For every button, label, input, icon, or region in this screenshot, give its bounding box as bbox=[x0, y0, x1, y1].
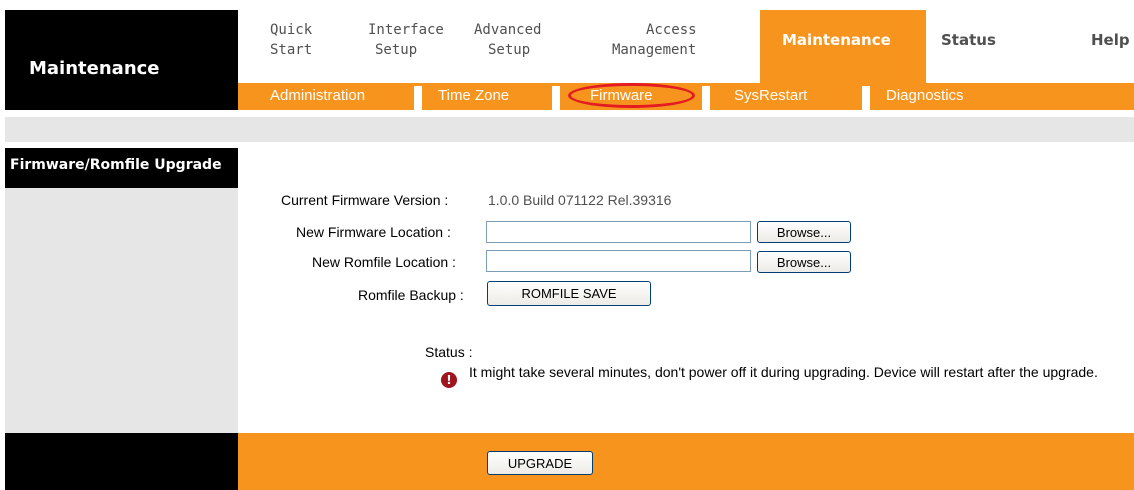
subnav-diagnostics[interactable]: Diagnostics bbox=[886, 83, 964, 110]
tab-status[interactable]: Status bbox=[941, 30, 996, 60]
sidebar-title: Firmware/Romfile Upgrade bbox=[10, 157, 222, 173]
status-message: It might take several minutes, don't pow… bbox=[469, 364, 1098, 380]
new-firmware-input[interactable] bbox=[486, 221, 751, 243]
brand-panel: Maintenance bbox=[5, 10, 238, 110]
section-title: Maintenance bbox=[29, 58, 160, 79]
subnav-administration[interactable]: Administration bbox=[270, 83, 365, 110]
subnav-firmware[interactable]: Firmware bbox=[590, 83, 653, 110]
current-version-value: 1.0.0 Build 071122 Rel.39316 bbox=[488, 192, 672, 208]
status-label: Status : bbox=[425, 344, 473, 360]
romfile-save-button[interactable]: ROMFILE SAVE bbox=[487, 281, 651, 306]
subnav-divider bbox=[862, 86, 870, 110]
new-romfile-label: New Romfile Location : bbox=[312, 254, 456, 270]
top-nav: Quick Start Interface Setup Advanced Set… bbox=[238, 10, 1134, 83]
gray-band bbox=[5, 117, 1134, 142]
browse-romfile-button[interactable]: Browse... bbox=[757, 251, 851, 273]
sidebar-panel bbox=[5, 188, 238, 433]
tab-advanced-setup[interactable]: Advanced Setup bbox=[474, 20, 541, 70]
footer-left bbox=[5, 433, 238, 490]
tab-access-management[interactable]: Access Management bbox=[612, 20, 697, 70]
exclamation-circle-icon: ! bbox=[441, 372, 457, 388]
tab-quick-start[interactable]: Quick Start bbox=[270, 20, 312, 70]
new-romfile-input[interactable] bbox=[486, 250, 751, 272]
upgrade-button[interactable]: UPGRADE bbox=[487, 451, 593, 475]
tab-maintenance[interactable]: Maintenance bbox=[760, 10, 926, 83]
tab-label: Status bbox=[941, 31, 996, 49]
footer-bar bbox=[238, 433, 1134, 490]
tab-label: Interface bbox=[368, 22, 444, 38]
subnav-time-zone[interactable]: Time Zone bbox=[438, 83, 509, 110]
tab-label: Management bbox=[612, 42, 697, 58]
tab-label: Start bbox=[270, 42, 313, 58]
tab-label: Access bbox=[646, 22, 697, 38]
tab-interface-setup[interactable]: Interface Setup bbox=[364, 20, 444, 70]
subnav-sysrestart[interactable]: SysRestart bbox=[734, 83, 807, 110]
romfile-backup-label: Romfile Backup : bbox=[358, 287, 464, 303]
tab-label: Help bbox=[1091, 31, 1130, 49]
new-firmware-label: New Firmware Location : bbox=[296, 224, 451, 240]
tab-help[interactable]: Help bbox=[1091, 30, 1130, 60]
tab-label: Setup bbox=[488, 42, 531, 58]
subnav-divider bbox=[552, 86, 560, 110]
tab-label: Maintenance bbox=[782, 31, 891, 49]
subnav-divider bbox=[702, 86, 710, 110]
current-version-label: Current Firmware Version : bbox=[281, 192, 449, 208]
tab-label: Quick bbox=[270, 22, 313, 38]
browse-firmware-button[interactable]: Browse... bbox=[757, 221, 851, 243]
sub-nav: Administration Time Zone Firmware SysRes… bbox=[238, 83, 1134, 110]
tab-label: Setup bbox=[375, 42, 418, 58]
tab-label: Advanced bbox=[474, 22, 542, 38]
subnav-divider bbox=[414, 86, 422, 110]
